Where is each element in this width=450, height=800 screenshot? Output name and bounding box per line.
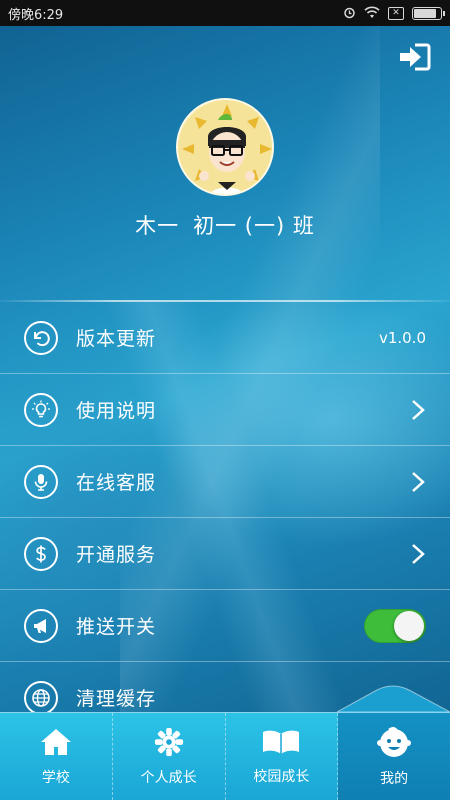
menu-label: 推送开关 [76,616,157,638]
toggle-knob [394,610,424,641]
home-icon [40,728,71,755]
tab-label: 我的 [380,770,409,787]
tab-label: 个人成长 [140,769,197,786]
megaphone-icon [24,608,58,643]
menu-item-push-toggle: 推送开关 [0,590,450,662]
gear-flower-icon [154,727,183,756]
lightbulb-icon [24,392,58,427]
microphone-icon [24,464,58,499]
globe-icon [24,680,58,715]
menu-item-user-guide[interactable]: 使用说明 [0,374,450,446]
student-class: 初一 (一) 班 [193,214,315,238]
menu-label: 版本更新 [76,328,157,350]
menu-item-online-support[interactable]: 在线客服 [0,446,450,518]
open-book-icon [263,730,300,754]
chevron-right-icon [412,471,425,492]
status-time: 傍晚6:29 [8,7,64,23]
logout-button[interactable] [398,42,432,72]
menu-label: 使用说明 [76,400,157,422]
alarm-icon [343,6,356,21]
chevron-right-icon [412,399,425,420]
baby-face-icon [377,726,412,757]
student-name: 木一 [135,214,180,238]
status-icons: ✕ [343,6,445,21]
settings-menu: 版本更新 v1.0.0 使用说明 在线客服 开通服务 推送开关 清理缓存 [0,300,450,734]
tab-mine[interactable]: 我的 [338,713,450,800]
bottom-tab-bar: 学校 个人成长 校园成长 我的 [0,712,450,800]
logout-icon [400,43,431,71]
menu-item-activate-service[interactable]: 开通服务 [0,518,450,590]
tab-personal-growth[interactable]: 个人成长 [113,713,226,800]
chevron-right-icon [412,543,425,564]
status-bar: 傍晚6:29 ✕ [0,0,450,26]
tab-label: 校园成长 [253,768,310,785]
battery-level [414,8,436,18]
tab-campus-growth[interactable]: 校园成长 [226,713,339,800]
avatar[interactable] [176,98,274,196]
active-tab-indicator [337,685,450,712]
push-toggle-switch[interactable] [364,608,426,643]
tab-label: 学校 [41,769,70,786]
menu-label: 开通服务 [76,544,157,566]
menu-item-version-update[interactable]: 版本更新 v1.0.0 [0,302,450,374]
profile-name: 木一 初一 (一) 班 [0,210,450,240]
battery-icon [412,6,445,20]
avatar-image [178,100,272,194]
tab-school[interactable]: 学校 [0,713,113,800]
no-sim-icon: ✕ [388,6,404,20]
wifi-icon [364,6,380,21]
refresh-icon [24,320,58,355]
version-value: v1.0.0 [378,328,426,347]
dollar-icon [24,536,58,571]
menu-label: 在线客服 [76,472,157,494]
